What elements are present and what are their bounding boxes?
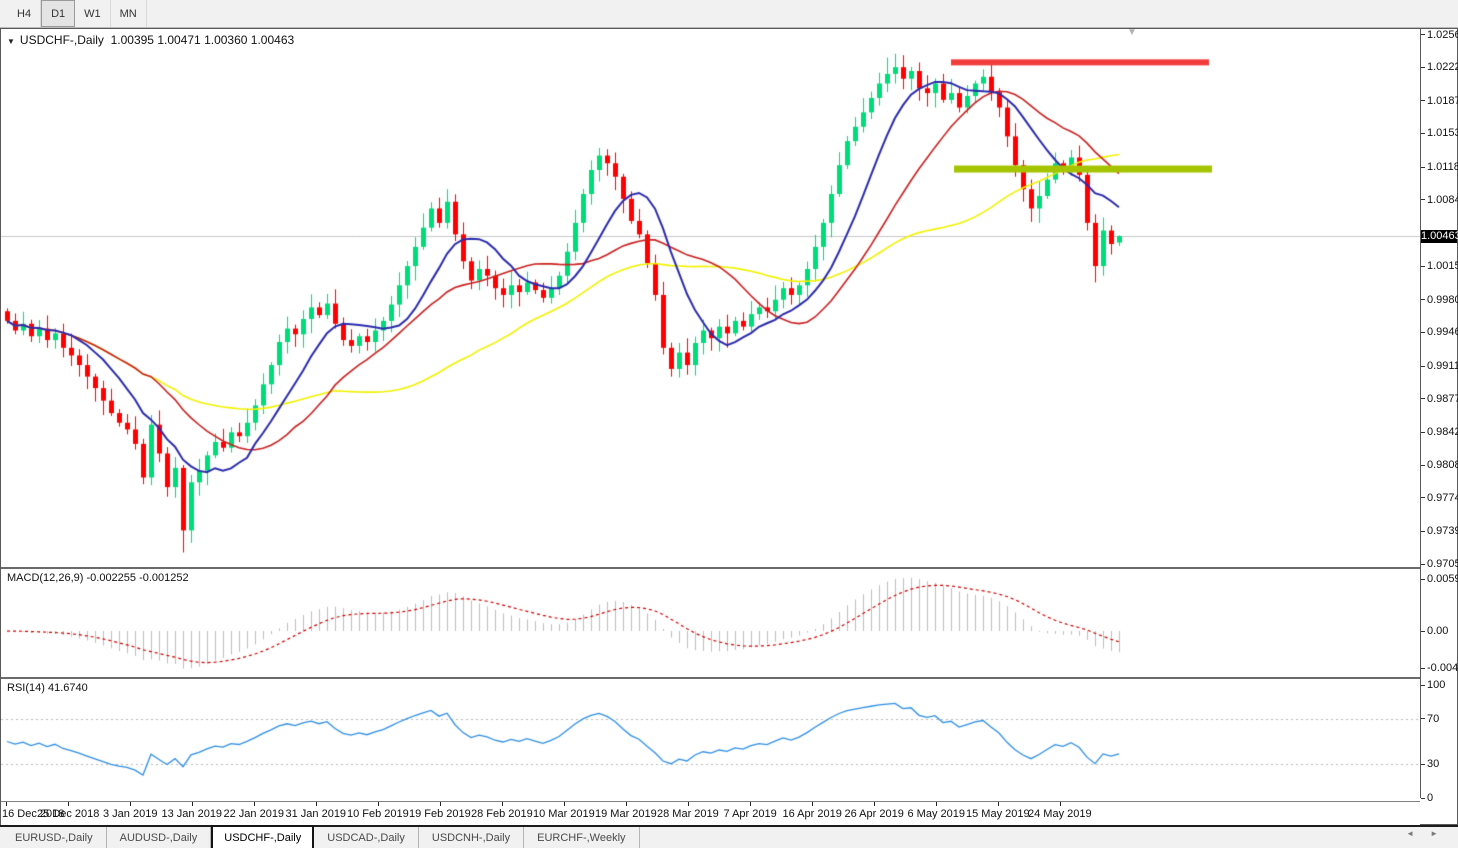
price-axis-label: 1.01530: [1421, 127, 1458, 139]
chart-tab-eurusd[interactable]: EURUSD-,Daily: [2, 827, 107, 848]
time-axis-tick: [440, 802, 441, 806]
mt4-window: H4 D1 W1 MN ▼ USDCHF-,Daily 1.00395 1.00471 …: [0, 0, 1458, 848]
time-axis-label: 31 Jan 2019: [285, 808, 347, 820]
price-axis-label: 0.98080: [1421, 459, 1458, 471]
rsi-axis-label: 70: [1421, 713, 1439, 725]
time-axis-label: 19 Feb 2019: [409, 808, 471, 820]
chart-symbol-label: USDCHF-,Daily: [19, 33, 104, 47]
time-axis-tick: [936, 802, 937, 806]
macd-axis-label: -0.00424: [1421, 662, 1458, 674]
time-axis-label: 28 Feb 2019: [471, 808, 533, 820]
timeframe-toolbar: H4 D1 W1 MN: [0, 0, 1458, 28]
chart-title: ▼ USDCHF-,Daily 1.00395 1.00471 1.00360 1…: [7, 33, 294, 47]
time-axis-label: 7 Apr 2019: [723, 808, 777, 820]
chart-tab-usdchf[interactable]: USDCHF-,Daily: [211, 825, 315, 848]
price-axis-label: 1.02220: [1421, 61, 1458, 73]
chart-tab-eurchf[interactable]: EURCHF-,Weekly: [524, 827, 640, 848]
price-axis-label: 0.97390: [1421, 525, 1458, 537]
time-axis-label: 3 Jan 2019: [103, 808, 158, 820]
price-axis[interactable]: 1.00463 1.02560 1.02220 1.01870 1.01530 1.01…: [1420, 29, 1458, 804]
price-axis-label: 1.00150: [1421, 260, 1458, 272]
price-axis-label: 1.00840: [1421, 194, 1458, 206]
panel-splitter[interactable]: [1, 677, 1457, 679]
rsi-label: RSI(14) 41.6740: [7, 682, 88, 694]
time-axis-tick: [564, 802, 565, 806]
chart-tab-bar: EURUSD-,Daily AUDUSD-,Daily USDCHF-,Daily U…: [0, 825, 1458, 848]
price-axis-label: 1.01870: [1421, 95, 1458, 107]
time-axis-tick: [316, 802, 317, 806]
time-axis-tick: [1060, 802, 1061, 806]
macd-panel: MACD(12,26,9) -0.002255 -0.001252: [1, 569, 1420, 677]
price-chart-panel: ▼ USDCHF-,Daily 1.00395 1.00471 1.00360 1…: [1, 29, 1420, 567]
time-axis-tick: [812, 802, 813, 806]
price-axis-label: 0.99110: [1421, 360, 1458, 372]
timeframe-mn-button[interactable]: MN: [111, 0, 147, 27]
time-axis-tick: [874, 802, 875, 806]
timeframe-w1-button[interactable]: W1: [75, 0, 111, 27]
rsi-canvas[interactable]: [1, 679, 1420, 801]
price-axis-label: 0.98770: [1421, 393, 1458, 405]
time-axis-label: 13 Jan 2019: [161, 808, 223, 820]
time-axis-label: 25 Dec 2018: [37, 808, 100, 820]
tab-scroll-right-icon[interactable]: ►: [1430, 829, 1454, 838]
chart-tab-usdcad[interactable]: USDCAD-,Daily: [314, 827, 419, 848]
macd-label: MACD(12,26,9) -0.002255 -0.001252: [7, 572, 189, 584]
time-axis-label: 19 Mar 2019: [595, 808, 657, 820]
time-axis-tick: [254, 802, 255, 806]
price-axis-label: 0.99460: [1421, 326, 1458, 338]
time-axis-label: 15 May 2019: [966, 808, 1030, 820]
ohlc-low: 1.00360: [204, 33, 248, 47]
price-axis-label: 0.98420: [1421, 426, 1458, 438]
time-axis-label: 6 May 2019: [907, 808, 965, 820]
chart-frame: ▼ USDCHF-,Daily 1.00395 1.00471 1.00360 1…: [0, 28, 1458, 825]
macd-axis-label: 0.00: [1421, 625, 1448, 637]
price-axis-label: 1.01180: [1421, 161, 1458, 173]
timeframe-d1-button[interactable]: D1: [41, 0, 76, 27]
rsi-axis-label: 0: [1421, 792, 1433, 804]
ohlc-close: 1.00463: [250, 33, 295, 47]
macd-axis-label: 0.00597: [1421, 573, 1458, 585]
time-axis-tick: [626, 802, 627, 806]
time-axis-tick: [378, 802, 379, 806]
rsi-panel: RSI(14) 41.6740: [1, 679, 1420, 801]
tab-scroll-arrows[interactable]: ◄►: [1406, 829, 1454, 838]
price-axis-label: 1.02560: [1421, 29, 1458, 41]
rsi-axis-label: 30: [1421, 758, 1439, 770]
time-axis-tick: [130, 802, 131, 806]
time-axis-tick: [688, 802, 689, 806]
price-axis-label: 0.97050: [1421, 558, 1458, 570]
ohlc-open: 1.00395: [110, 33, 154, 47]
time-axis-tick: [192, 802, 193, 806]
rsi-axis-label: 100: [1421, 679, 1445, 691]
time-axis-label: 22 Jan 2019: [223, 808, 285, 820]
ohlc-high: 1.00471: [157, 33, 201, 47]
time-axis-tick: [502, 802, 503, 806]
chart-shift-marker-icon[interactable]: ▼: [1127, 29, 1137, 38]
time-axis-label: 24 May 2019: [1028, 808, 1092, 820]
time-axis[interactable]: 16 Dec 2018 25 Dec 2018 3 Jan 2019 13 Jan 2…: [1, 801, 1420, 825]
time-axis-label: 16 Apr 2019: [782, 808, 842, 820]
time-axis-label: 10 Mar 2019: [533, 808, 595, 820]
price-chart-canvas[interactable]: [1, 29, 1420, 567]
price-axis-label: 0.97740: [1421, 492, 1458, 504]
chart-dropdown-icon[interactable]: ▼: [7, 37, 15, 46]
chart-tab-audusd[interactable]: AUDUSD-,Daily: [107, 827, 212, 848]
time-axis-tick: [68, 802, 69, 806]
chart-tab-usdcnh[interactable]: USDCNH-,Daily: [419, 827, 525, 848]
current-price-tag: 1.00463: [1421, 229, 1458, 243]
time-axis-tick: [998, 802, 999, 806]
macd-canvas[interactable]: [1, 569, 1420, 677]
time-axis-tick: [6, 802, 7, 806]
time-axis-label: 10 Feb 2019: [347, 808, 409, 820]
panel-splitter[interactable]: [1, 567, 1457, 569]
time-axis-label: 26 Apr 2019: [844, 808, 904, 820]
price-axis-label: 0.99800: [1421, 294, 1458, 306]
time-axis-label: 28 Mar 2019: [657, 808, 719, 820]
timeframe-h4-button[interactable]: H4: [8, 0, 42, 27]
tab-scroll-left-icon[interactable]: ◄: [1406, 829, 1430, 838]
time-axis-tick: [750, 802, 751, 806]
